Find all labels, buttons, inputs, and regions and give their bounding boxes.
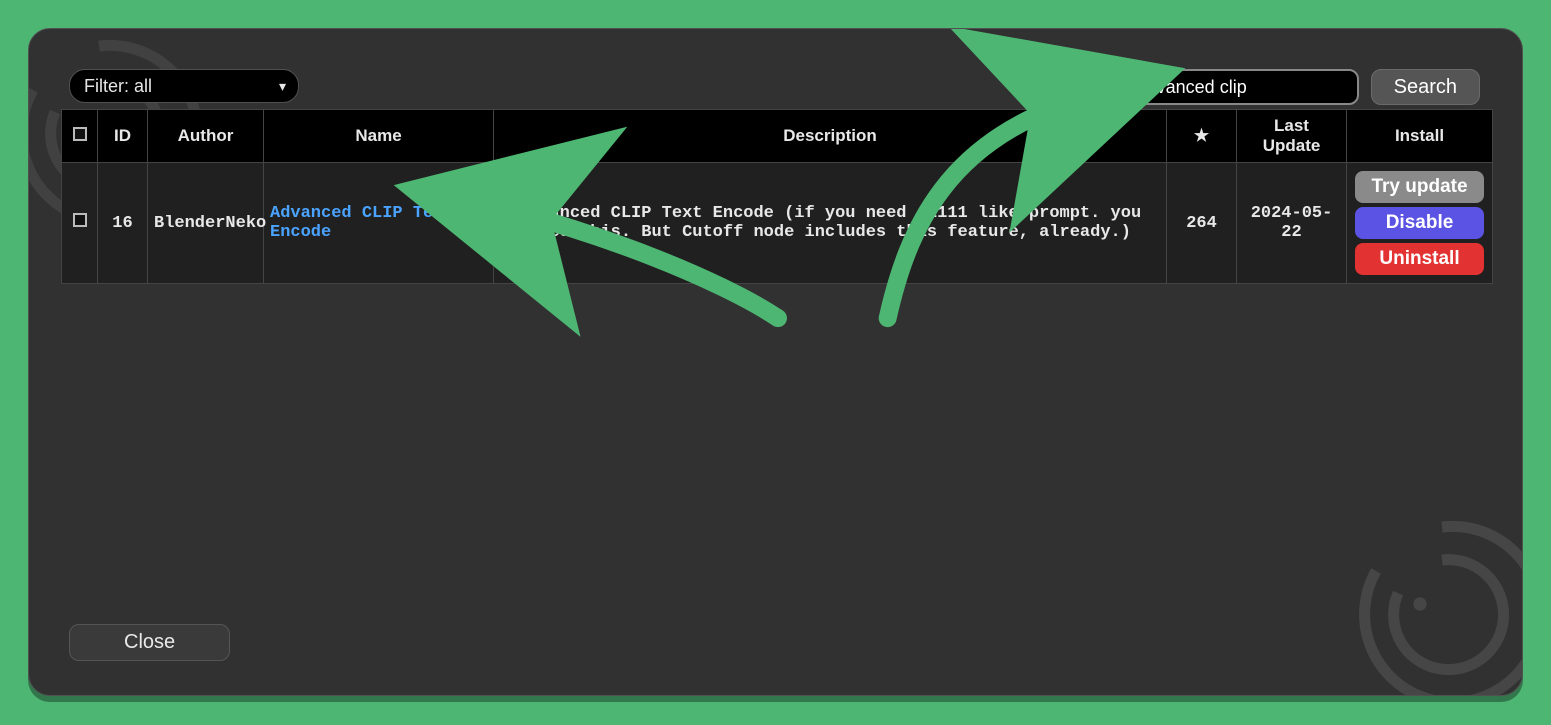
row-checkbox-cell: [62, 163, 98, 284]
col-author: Author: [148, 110, 264, 163]
row-id: 16: [98, 163, 148, 284]
node-name-link[interactable]: Advanced CLIP Text Encode: [270, 204, 454, 242]
close-button[interactable]: Close: [69, 624, 230, 661]
col-checkbox: [62, 110, 98, 163]
filter-label: Filter: all: [84, 76, 152, 96]
table-header-row: ID Author Name Description ★ Last Update…: [62, 110, 1493, 163]
col-last-update: Last Update: [1237, 110, 1347, 163]
search-container: Search: [1123, 69, 1480, 105]
filter-select[interactable]: Filter: all ▾: [69, 69, 299, 103]
col-description: Description: [494, 110, 1167, 163]
col-star: ★: [1167, 110, 1237, 163]
row-checkbox[interactable]: [73, 213, 87, 227]
header-checkbox[interactable]: [73, 127, 87, 141]
row-last-update: 2024-05-22: [1237, 163, 1347, 284]
search-input[interactable]: [1123, 69, 1359, 105]
row-author: BlenderNeko: [148, 163, 264, 284]
disable-button[interactable]: Disable: [1355, 207, 1484, 239]
row-install-cell: Try update Disable Uninstall: [1347, 163, 1493, 284]
col-install: Install: [1347, 110, 1493, 163]
filter-container: Filter: all ▾: [69, 69, 299, 103]
chevron-down-icon: ▾: [279, 78, 286, 95]
search-button[interactable]: Search: [1371, 69, 1480, 105]
row-description: Advanced CLIP Text Encode (if you need A…: [494, 163, 1167, 284]
nodes-table: ID Author Name Description ★ Last Update…: [61, 109, 1493, 284]
table-row: 16 BlenderNeko Advanced CLIP Text Encode…: [62, 163, 1493, 284]
col-name: Name: [264, 110, 494, 163]
uninstall-button[interactable]: Uninstall: [1355, 243, 1484, 275]
row-name-cell: Advanced CLIP Text Encode: [264, 163, 494, 284]
try-update-button[interactable]: Try update: [1355, 171, 1484, 203]
row-stars: 264: [1167, 163, 1237, 284]
col-id: ID: [98, 110, 148, 163]
watermark-bottom-right: [1332, 505, 1523, 696]
manager-panel: Filter: all ▾ Search ID Author Name Desc…: [28, 28, 1523, 696]
